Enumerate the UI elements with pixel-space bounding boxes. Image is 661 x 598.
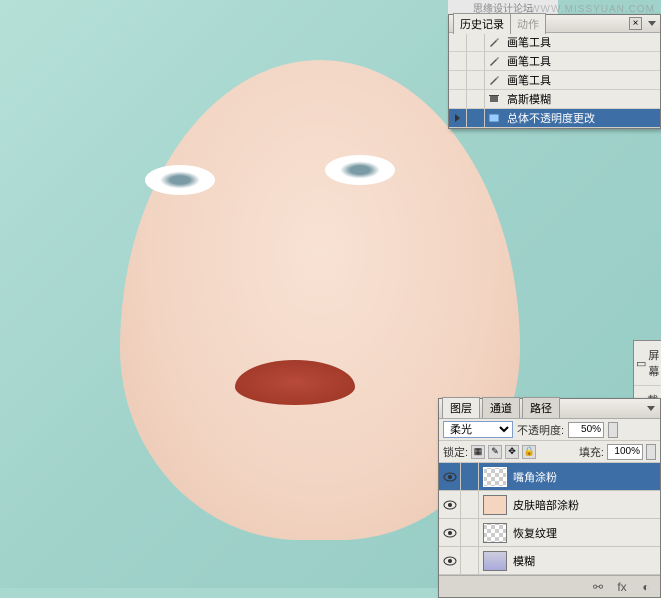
portrait-lips (235, 360, 355, 405)
visibility-icon (443, 472, 457, 482)
layer-style-icon[interactable]: fx (614, 579, 630, 595)
layers-tabs: 图层 通道 路径 (439, 399, 660, 419)
layer-name[interactable]: 恢复纹理 (511, 525, 660, 541)
lock-position-icon[interactable]: ✥ (505, 445, 519, 459)
layer-name[interactable]: 嘴角涂粉 (511, 469, 660, 485)
layer-link-cell[interactable] (461, 463, 479, 490)
history-item-label: 高斯模糊 (503, 91, 551, 107)
layer-lock-row: 锁定: ▦ ✎ ✥ 🔒 填充: (439, 441, 660, 463)
fill-label: 填充: (579, 444, 604, 460)
history-item[interactable]: 画笔工具 (449, 33, 660, 52)
opacity-spinner[interactable] (608, 422, 618, 438)
tab-history[interactable]: 历史记录 (453, 13, 511, 34)
history-item[interactable]: 总体不透明度更改 (449, 109, 660, 128)
history-item[interactable]: 画笔工具 (449, 71, 660, 90)
history-item-label: 总体不透明度更改 (503, 110, 595, 126)
brush-icon (488, 74, 500, 86)
layer-row[interactable]: 嘴角涂粉 (439, 463, 660, 491)
portrait-eye (325, 155, 395, 185)
lock-pixels-icon[interactable]: ✎ (488, 445, 502, 459)
layer-visibility-toggle[interactable] (439, 491, 461, 518)
tab-paths[interactable]: 路径 (522, 397, 560, 418)
lock-transparency-icon[interactable]: ▦ (471, 445, 485, 459)
visibility-icon (443, 500, 457, 510)
layer-thumbnail[interactable] (483, 523, 507, 543)
layer-name[interactable]: 皮肤暗部涂粉 (511, 497, 660, 513)
screen-icon: ▭ (636, 357, 646, 370)
history-item-label: 画笔工具 (503, 34, 551, 50)
opacity-input[interactable] (568, 422, 604, 438)
lock-label: 锁定: (443, 444, 468, 460)
blend-mode-select[interactable]: 柔光 (443, 421, 513, 438)
layer-visibility-toggle[interactable] (439, 463, 461, 490)
layers-panel: 图层 通道 路径 柔光 不透明度: 锁定: ▦ ✎ ✥ 🔒 填充: 嘴角涂粉皮肤… (438, 398, 661, 598)
panel-menu-icon[interactable] (646, 19, 658, 29)
layer-visibility-toggle[interactable] (439, 547, 461, 574)
history-item-label: 画笔工具 (503, 72, 551, 88)
close-icon[interactable]: × (629, 17, 642, 30)
opacity-label: 不透明度: (517, 422, 564, 438)
layer-link-cell[interactable] (461, 491, 479, 518)
fill-spinner[interactable] (646, 444, 656, 460)
layer-thumbnail[interactable] (483, 467, 507, 487)
layer-options-row: 柔光 不透明度: (439, 419, 660, 441)
opacity-icon (488, 112, 500, 124)
tab-layers[interactable]: 图层 (442, 397, 480, 418)
layer-name[interactable]: 模糊 (511, 553, 660, 569)
active-marker-icon (455, 114, 460, 122)
history-item-label: 画笔工具 (503, 53, 551, 69)
tab-channels[interactable]: 通道 (482, 397, 520, 418)
layers-footer: ⚯ fx ◐ (439, 575, 660, 597)
layer-link-cell[interactable] (461, 547, 479, 574)
filter-icon (488, 93, 500, 105)
layer-mask-icon[interactable]: ◐ (638, 579, 654, 595)
brush-icon (488, 36, 500, 48)
layer-row[interactable]: 皮肤暗部涂粉 (439, 491, 660, 519)
panel-menu-icon[interactable] (645, 404, 657, 414)
history-titlebar[interactable]: 历史记录 动作 × (449, 15, 660, 33)
layer-thumbnail[interactable] (483, 551, 507, 571)
dock-item-screen[interactable]: ▭屏幕 (634, 341, 661, 386)
lock-all-icon[interactable]: 🔒 (522, 445, 536, 459)
link-layers-icon[interactable]: ⚯ (590, 579, 606, 595)
fill-input[interactable] (607, 444, 643, 460)
history-panel: 历史记录 动作 × 画笔工具画笔工具画笔工具高斯模糊总体不透明度更改 (448, 14, 661, 129)
layer-visibility-toggle[interactable] (439, 519, 461, 546)
layer-row[interactable]: 模糊 (439, 547, 660, 575)
layer-row[interactable]: 恢复纹理 (439, 519, 660, 547)
portrait-eye (145, 165, 215, 195)
layer-link-cell[interactable] (461, 519, 479, 546)
visibility-icon (443, 528, 457, 538)
brush-icon (488, 55, 500, 67)
history-item[interactable]: 高斯模糊 (449, 90, 660, 109)
layer-thumbnail[interactable] (483, 495, 507, 515)
tab-actions[interactable]: 动作 (510, 13, 546, 34)
history-item[interactable]: 画笔工具 (449, 52, 660, 71)
visibility-icon (443, 556, 457, 566)
